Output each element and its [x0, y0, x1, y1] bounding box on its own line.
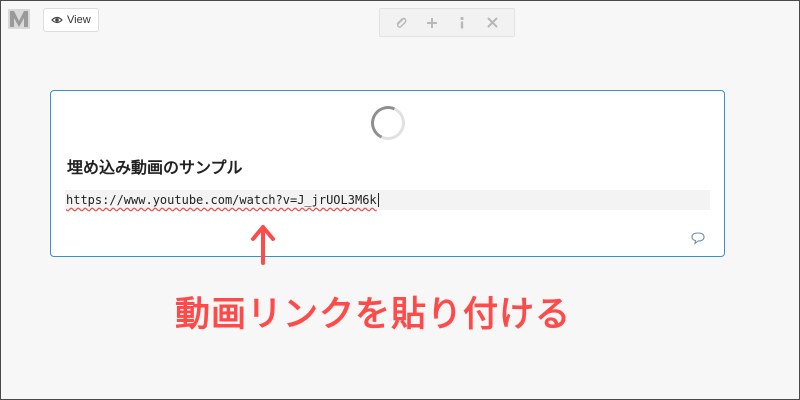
info-icon[interactable]	[452, 13, 472, 33]
eye-icon	[51, 14, 63, 26]
editor-toolbar	[379, 8, 515, 37]
view-button-label: View	[67, 14, 91, 26]
medium-logo-icon[interactable]	[8, 7, 30, 31]
url-value: https://www.youtube.com/watch?v=J_jrUOL3…	[66, 193, 377, 207]
card-title[interactable]: 埋め込み動画のサンプル	[67, 154, 243, 178]
view-button[interactable]: View	[43, 8, 99, 32]
arrow-up-icon	[249, 224, 277, 266]
plus-icon[interactable]	[422, 13, 442, 33]
spinner-icon	[366, 101, 410, 145]
url-input[interactable]: https://www.youtube.com/watch?v=J_jrUOL3…	[65, 190, 710, 210]
embed-card[interactable]: 埋め込み動画のサンプル https://www.youtube.com/watc…	[50, 90, 725, 257]
attachment-icon[interactable]	[391, 13, 411, 33]
text-caret	[377, 193, 379, 207]
comment-icon[interactable]	[690, 230, 706, 245]
close-icon[interactable]	[483, 13, 503, 33]
annotation-text: 動画リンクを貼り付ける	[175, 295, 572, 335]
